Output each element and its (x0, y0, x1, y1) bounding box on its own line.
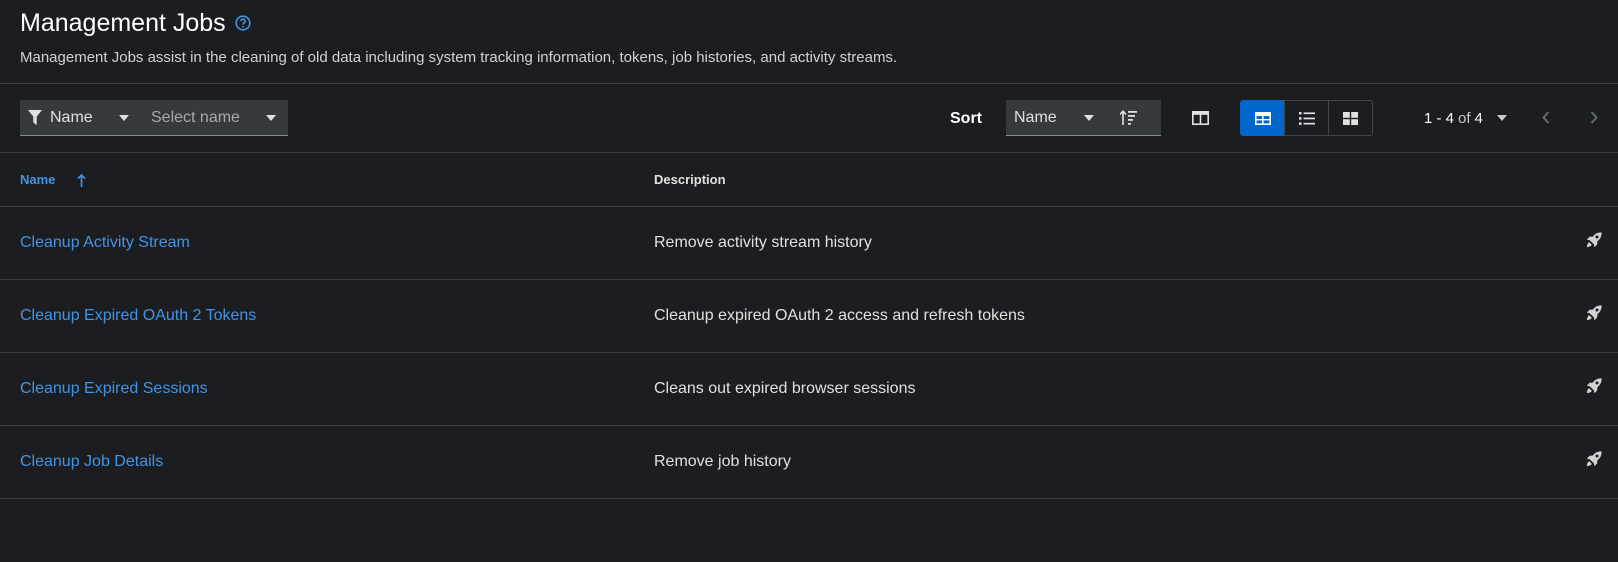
sort-field-label: Name (1014, 108, 1057, 126)
launch-button[interactable] (1586, 378, 1602, 394)
filter-value-placeholder: Select name (151, 108, 240, 126)
filter-attribute-select[interactable]: Name (20, 100, 141, 135)
filter-attribute-label: Name (50, 108, 93, 126)
previous-page-button[interactable] (1542, 111, 1550, 129)
page-description: Management Jobs assist in the cleaning o… (20, 49, 898, 66)
job-description: Cleans out expired browser sessions (654, 379, 916, 397)
management-jobs-table: Name Description Cleanup Activity Stream… (0, 153, 1618, 499)
pagination-total: 4 (1474, 109, 1483, 127)
view-toggle-group (1240, 100, 1373, 136)
columns-icon (1191, 111, 1209, 125)
pagination-range: 1 - 4 (1424, 109, 1455, 127)
list-view-button[interactable] (1284, 100, 1329, 136)
sort-label: Sort (950, 110, 982, 127)
job-name-link[interactable]: Cleanup Job Details (20, 453, 163, 470)
sort-ascending-icon (1120, 110, 1137, 125)
job-description: Cleanup expired OAuth 2 access and refre… (654, 306, 1025, 324)
next-page-button[interactable] (1590, 111, 1598, 129)
table-row: Cleanup Job Details Remove job history (0, 425, 1618, 498)
page-header: Management Jobs Management Jobs assist i… (0, 0, 1618, 84)
caret-down-icon (119, 114, 129, 121)
actions-column-header (1558, 153, 1618, 206)
table-row: Cleanup Expired OAuth 2 Tokens Cleanup e… (0, 279, 1618, 352)
table-row: Cleanup Activity Stream Remove activity … (0, 206, 1618, 279)
description-column-header: Description (654, 171, 726, 187)
list-icon (1298, 111, 1315, 125)
rocket-icon (1586, 378, 1602, 394)
name-column-label: Name (20, 171, 56, 187)
rocket-icon (1586, 232, 1602, 248)
filter-group: Name Select name (20, 100, 288, 136)
job-name-link[interactable]: Cleanup Expired OAuth 2 Tokens (20, 307, 256, 324)
table-row: Cleanup Expired Sessions Cleans out expi… (0, 352, 1618, 425)
card-view-button[interactable] (1328, 100, 1373, 136)
launch-button[interactable] (1586, 451, 1602, 467)
table-view-button[interactable] (1240, 100, 1285, 136)
caret-down-icon (1496, 115, 1507, 121)
launch-button[interactable] (1586, 305, 1602, 321)
grid-icon (1343, 111, 1358, 125)
caret-down-icon (266, 114, 276, 121)
launch-button[interactable] (1586, 232, 1602, 248)
table-icon (1254, 111, 1271, 125)
rocket-icon (1586, 451, 1602, 467)
job-description: Remove activity stream history (654, 233, 872, 251)
job-name-link[interactable]: Cleanup Activity Stream (20, 234, 190, 251)
page-title: Management Jobs (20, 8, 226, 37)
name-column-header[interactable]: Name (0, 153, 654, 206)
sort-field-select[interactable]: Name (1006, 100, 1106, 136)
job-description: Remove job history (654, 452, 791, 470)
pagination-menu-toggle[interactable]: 1 - 4 of 4 (1424, 100, 1507, 136)
sort-direction-button[interactable] (1106, 100, 1161, 136)
pagination-of: of (1458, 109, 1471, 127)
job-name-link[interactable]: Cleanup Expired Sessions (20, 380, 208, 397)
manage-columns-button[interactable] (1182, 100, 1218, 136)
toolbar: Name Select name Sort Name 1 - 4 of 4 (0, 84, 1618, 153)
filter-icon (28, 110, 42, 125)
help-icon[interactable] (235, 15, 251, 31)
sort-arrow-up-icon (77, 173, 86, 187)
filter-value-select[interactable]: Select name (141, 100, 288, 135)
table-header-row: Name Description (0, 153, 1618, 206)
rocket-icon (1586, 305, 1602, 321)
caret-down-icon (1084, 114, 1094, 121)
